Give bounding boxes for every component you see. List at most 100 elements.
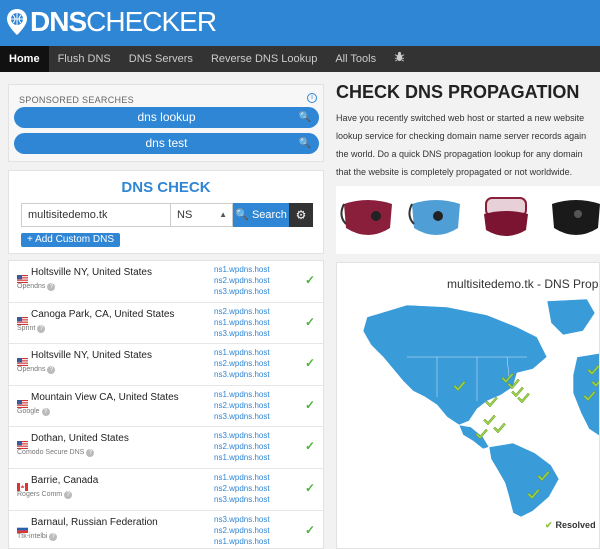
- us-flag-icon: [17, 436, 28, 450]
- result-provider: Opendns?: [17, 366, 56, 375]
- result-provider-name: Google: [17, 407, 40, 415]
- ns-record: ns3.wpdns.host: [214, 411, 270, 421]
- nav-dns-servers[interactable]: DNS Servers: [120, 46, 202, 72]
- results-list: Holtsville NY, United States Opendns? ns1.…: [8, 260, 324, 549]
- us-flag-icon: [17, 395, 28, 408]
- sponsored-dns-test[interactable]: dns test 🔍: [14, 133, 319, 154]
- result-row[interactable]: Holtsville NY, United States Opendns? ns1.…: [9, 344, 323, 386]
- result-row[interactable]: Barnaul, Russian Federation Ttk-intelbi? n…: [9, 511, 323, 548]
- ns-record: ns1.wpdns.host: [214, 536, 270, 546]
- result-provider-name: Opendns: [17, 283, 46, 290]
- nav-all-tools[interactable]: All Tools: [326, 46, 385, 72]
- result-provider-name: Ttk-intelbi: [17, 532, 48, 540]
- logo[interactable]: DNSCHECKER: [6, 7, 217, 37]
- desc-line: lookup service for checking domain name …: [336, 131, 587, 141]
- ns-record: ns1.wpdns.host: [214, 453, 270, 463]
- result-row[interactable]: Dothan, United States Comodo Secure DNS? n…: [9, 427, 323, 469]
- result-location: Mountain View CA, United States: [31, 391, 179, 403]
- result-provider: Sprint?: [17, 324, 46, 333]
- ns-record: ns2.wpdns.host: [214, 400, 270, 410]
- us-flag-icon: [17, 353, 28, 367]
- ad-banner[interactable]: [336, 186, 600, 254]
- sponsored-dns-lookup[interactable]: dns lookup 🔍: [14, 107, 319, 128]
- ns-record: ns2.wpdns.host: [214, 276, 270, 285]
- result-provider: Comodo Secure DNS?: [17, 449, 95, 458]
- ns-record: ns2.wpdns.host: [214, 359, 270, 369]
- check-icon: ✓: [304, 314, 315, 329]
- ns-record: ns1.wpdns.host: [214, 317, 270, 327]
- result-row[interactable]: Canoga Park, CA, United States Sprint? ns2…: [9, 303, 323, 345]
- map-title: multisitedemo.tk - DNS Prop: [447, 277, 599, 291]
- us-flag-icon: [17, 270, 28, 283]
- result-provider: Rogers Comm?: [17, 490, 73, 499]
- ns-record: ns2.wpdns.host: [214, 442, 270, 452]
- ns-record: ns3.wpdns.host: [214, 370, 270, 380]
- result-provider-name: Sprint: [17, 324, 36, 332]
- result-provider: Google?: [17, 407, 50, 416]
- select-arrows-icon: ▲: [219, 210, 227, 219]
- ns-record: ns3.wpdns.host: [214, 494, 270, 504]
- result-location: Holtsville NY, United States: [31, 267, 152, 278]
- result-location: Canoga Park, CA, United States: [31, 308, 175, 320]
- ns-record: ns2.wpdns.host: [214, 483, 270, 493]
- help-icon[interactable]: ?: [64, 490, 73, 499]
- ns-record: ns1.wpdns.host: [214, 472, 270, 482]
- ns-record: ns1.wpdns.host: [214, 348, 270, 358]
- result-row[interactable]: Barrie, Canada Rogers Comm? ns1.wpdns.host…: [9, 469, 323, 511]
- result-location: Barrie, Canada: [31, 474, 99, 486]
- result-row[interactable]: Holtsville NY, United States Opendns? ns1.…: [9, 261, 323, 303]
- search-button[interactable]: 🔍 Search: [233, 203, 289, 227]
- search-button-label: Search: [251, 209, 287, 221]
- help-icon[interactable]: ?: [41, 407, 50, 416]
- ns-record: ns3.wpdns.host: [214, 431, 270, 441]
- ru-flag-icon: [17, 520, 28, 533]
- sponsored-label: dns test: [145, 136, 188, 150]
- help-icon[interactable]: ?: [47, 283, 56, 291]
- add-custom-dns-button[interactable]: + Add Custom DNS: [21, 233, 120, 247]
- help-icon[interactable]: ?: [37, 324, 46, 333]
- help-icon[interactable]: ?: [49, 532, 58, 541]
- check-icon: ✓: [304, 480, 315, 495]
- map-legend: ✔ Resolved: [545, 520, 596, 531]
- page-description: Have you recently switched web host or s…: [336, 109, 600, 181]
- nav-home[interactable]: Home: [0, 46, 49, 72]
- search-icon: 🔍: [298, 138, 311, 149]
- sponsored-title: SPONSORED SEARCHES: [19, 95, 134, 105]
- resolved-check-icon: ✔: [545, 520, 553, 530]
- domain-input[interactable]: [21, 203, 171, 227]
- help-icon[interactable]: ?: [47, 366, 56, 375]
- check-icon: ✓: [304, 273, 315, 287]
- face-mask-image: [484, 197, 528, 236]
- desc-line: Have you recently switched web host or s…: [336, 113, 585, 123]
- gear-icon: ⚙: [295, 208, 307, 222]
- result-location: Dothan, United States: [31, 433, 129, 445]
- ns-record: ns3.wpdns.host: [214, 514, 270, 524]
- info-icon[interactable]: i: [307, 93, 317, 103]
- check-icon: ✓: [304, 439, 315, 454]
- bug-icon[interactable]: [385, 46, 414, 72]
- ns-record: ns1.wpdns.host: [214, 265, 270, 274]
- nav-flush-dns[interactable]: Flush DNS: [49, 46, 120, 72]
- nav-reverse-dns-lookup[interactable]: Reverse DNS Lookup: [202, 46, 326, 72]
- main-nav: Home Flush DNS DNS Servers Reverse DNS L…: [0, 46, 600, 72]
- world-map[interactable]: [337, 297, 600, 517]
- result-ns-records: ns2.wpdns.host ns1.wpdns.host ns3.wpdns.ho…: [214, 306, 270, 339]
- dns-check-form: DNS CHECK NS ▲ 🔍 Search ⚙ + Add Custom D…: [8, 170, 324, 254]
- check-icon: ✓: [304, 356, 315, 371]
- ns-record: ns2.wpdns.host: [214, 306, 270, 316]
- settings-button[interactable]: ⚙: [289, 203, 313, 227]
- ns-record: ns1.wpdns.host: [214, 389, 270, 399]
- propagation-map-panel: multisitedemo.tk - DNS Prop ✔ Resolved: [336, 262, 600, 549]
- ca-flag-icon: [17, 478, 28, 491]
- face-mask-image: [552, 200, 600, 235]
- desc-line: the world. Do a quick DNS propagation lo…: [336, 149, 583, 159]
- record-type-select[interactable]: NS ▲: [171, 203, 233, 227]
- legend-resolved-label: Resolved: [555, 520, 596, 530]
- result-location: Barnaul, Russian Federation: [31, 516, 158, 528]
- result-row[interactable]: Mountain View CA, United States Google? ns…: [9, 386, 323, 428]
- help-icon[interactable]: ?: [86, 449, 95, 458]
- us-flag-icon: [17, 312, 28, 325]
- check-icon: ✓: [304, 522, 315, 537]
- face-mask-image: [340, 200, 392, 235]
- result-ns-records: ns1.wpdns.host ns2.wpdns.host ns3.wpdns.ho…: [214, 389, 270, 422]
